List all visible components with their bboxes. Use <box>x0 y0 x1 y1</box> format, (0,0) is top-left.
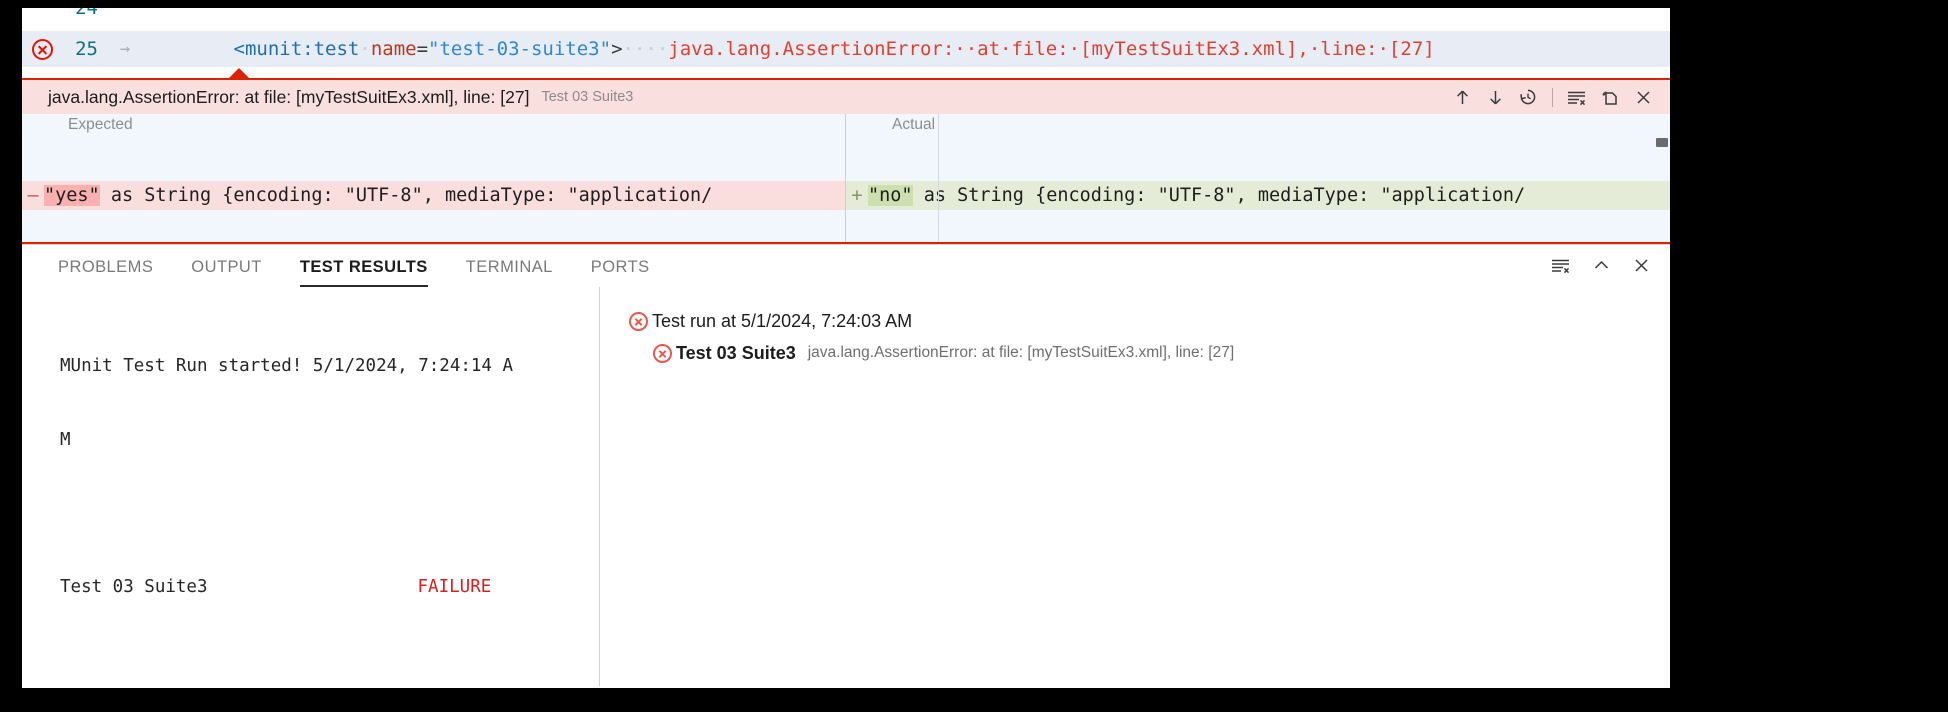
close-icon[interactable] <box>1626 251 1656 279</box>
diff-sign-added: + <box>846 185 868 206</box>
error-circle-icon <box>32 39 53 60</box>
diff-pane-actual[interactable]: Actual + "no" as String {encoding: "UTF-… <box>846 114 1670 242</box>
diff-label-actual: Actual <box>892 116 935 134</box>
peek-pointer-arrow <box>228 68 250 78</box>
peek-header: java.lang.AssertionError: at file: [myTe… <box>22 80 1670 114</box>
test-tree-child-row[interactable]: Test 03 Suite3 java.lang.AssertionError:… <box>624 337 1670 369</box>
test-tree-root-row[interactable]: Test run at 5/1/2024, 7:24:03 AM <box>624 305 1670 337</box>
diff-line-text: "yes" as String {encoding: "UTF-8", medi… <box>44 185 845 206</box>
output-suite-status: FAILURE <box>418 577 492 597</box>
error-circle-icon <box>624 312 652 331</box>
peek-title: java.lang.AssertionError: at file: [myTe… <box>48 87 529 108</box>
code-editor: 24 25 → <munit:test·name="test-03-suite3… <box>22 8 1670 78</box>
vscode-window: 24 25 → <munit:test·name="test-03-suite3… <box>22 8 1670 688</box>
tab-problems[interactable]: PROBLEMS <box>58 258 153 287</box>
xml-tag-open: <munit:test <box>234 38 360 60</box>
previous-problem-icon[interactable] <box>1447 83 1477 111</box>
panel-tab-bar: PROBLEMS OUTPUT TEST RESULTS TERMINAL PO… <box>22 245 1670 287</box>
code-line-current[interactable]: 25 → <munit:test·name="test-03-suite3">·… <box>22 31 1670 67</box>
xml-tag-close: > <box>611 38 622 60</box>
test-output-console[interactable]: MUnit Test Run started! 5/1/2024, 7:24:1… <box>22 287 600 686</box>
panel-actions <box>1546 251 1670 287</box>
code-whitespace-dots: ···· <box>623 38 669 60</box>
output-suite-name: Test 03 Suite3 <box>60 577 208 597</box>
test-case-error-detail: java.lang.AssertionError: at file: [myTe… <box>808 344 1234 362</box>
test-run-label: Test run at 5/1/2024, 7:24:03 AM <box>652 311 912 332</box>
tab-test-results[interactable]: TEST RESULTS <box>300 258 428 287</box>
output-blank-2 <box>60 648 599 673</box>
bottom-panel: PROBLEMS OUTPUT TEST RESULTS TERMINAL PO… <box>22 244 1670 686</box>
clear-output-icon[interactable] <box>1546 251 1576 279</box>
tab-output[interactable]: OUTPUT <box>191 258 262 287</box>
diff-rest: as String {encoding: "UTF-8", mediaType:… <box>100 185 713 206</box>
output-suite-row: Test 03 Suite3 FAILURE <box>60 575 599 600</box>
tab-terminal[interactable]: TERMINAL <box>466 258 553 287</box>
error-gutter-icon-wrap[interactable] <box>22 39 62 60</box>
diff-rest: as String {encoding: "UTF-8", mediaType:… <box>913 185 1526 206</box>
test-results-tree: Test run at 5/1/2024, 7:24:03 AM Test 03… <box>600 287 1670 686</box>
diff-pane-expected[interactable]: Expected – "yes" as String {encoding: "U… <box>22 114 846 242</box>
diff-highlight: "no" <box>868 185 913 206</box>
xml-attr-value: "test-03-suite3" <box>428 38 611 60</box>
diff-label-expected: Expected <box>68 116 133 134</box>
clear-all-icon[interactable] <box>1562 83 1592 111</box>
peek-actions <box>1447 83 1658 111</box>
diff-gap-divider <box>938 114 939 242</box>
output-line-started: MUnit Test Run started! 5/1/2024, 7:24:1… <box>60 354 599 379</box>
code-space: · <box>359 38 370 60</box>
diff-line: – "yes" as String {encoding: "UTF-8", me… <box>22 181 845 210</box>
peek-action-divider <box>1552 88 1553 107</box>
close-icon[interactable] <box>1628 83 1658 111</box>
peek-view: java.lang.AssertionError: at file: [myTe… <box>22 78 1670 244</box>
diff-lines-actual: + "no" as String {encoding: "UTF-8", med… <box>846 139 1670 242</box>
history-icon[interactable] <box>1513 83 1543 111</box>
tab-ports[interactable]: PORTS <box>591 258 650 287</box>
next-problem-icon[interactable] <box>1480 83 1510 111</box>
xml-equals: = <box>417 38 428 60</box>
panel-body: MUnit Test Run started! 5/1/2024, 7:24:1… <box>22 287 1670 686</box>
diff-line-text: "no" as String {encoding: "UTF-8", media… <box>868 185 1670 206</box>
fold-arrow-icon[interactable]: → <box>108 39 142 59</box>
diff-line: + "no" as String {encoding: "UTF-8", med… <box>846 181 1670 210</box>
code-text-current: <munit:test·name="test-03-suite3">····ja… <box>142 16 1435 78</box>
peek-subtitle: Test 03 Suite3 <box>541 89 633 105</box>
chevron-up-icon[interactable] <box>1586 251 1616 279</box>
diff-sign-removed: – <box>22 185 44 206</box>
output-line-started-wrap: M <box>60 428 599 453</box>
line-number-24: 24 <box>62 8 108 19</box>
test-case-label: Test 03 Suite3 <box>676 343 796 364</box>
error-circle-icon <box>648 344 676 363</box>
diff-highlight: "yes" <box>44 185 100 206</box>
open-in-editor-icon[interactable] <box>1595 83 1625 111</box>
line-number-25: 25 <box>62 38 108 60</box>
output-blank-1 <box>60 501 599 526</box>
diff-viewer: Expected – "yes" as String {encoding: "U… <box>22 114 1670 242</box>
xml-attr-name: name <box>371 38 417 60</box>
diff-scrollbar-thumb[interactable] <box>1656 138 1668 147</box>
inline-error-message: java.lang.AssertionError:··at·file:·[myT… <box>668 38 1434 60</box>
diff-lines-expected: – "yes" as String {encoding: "UTF-8", me… <box>22 139 845 242</box>
